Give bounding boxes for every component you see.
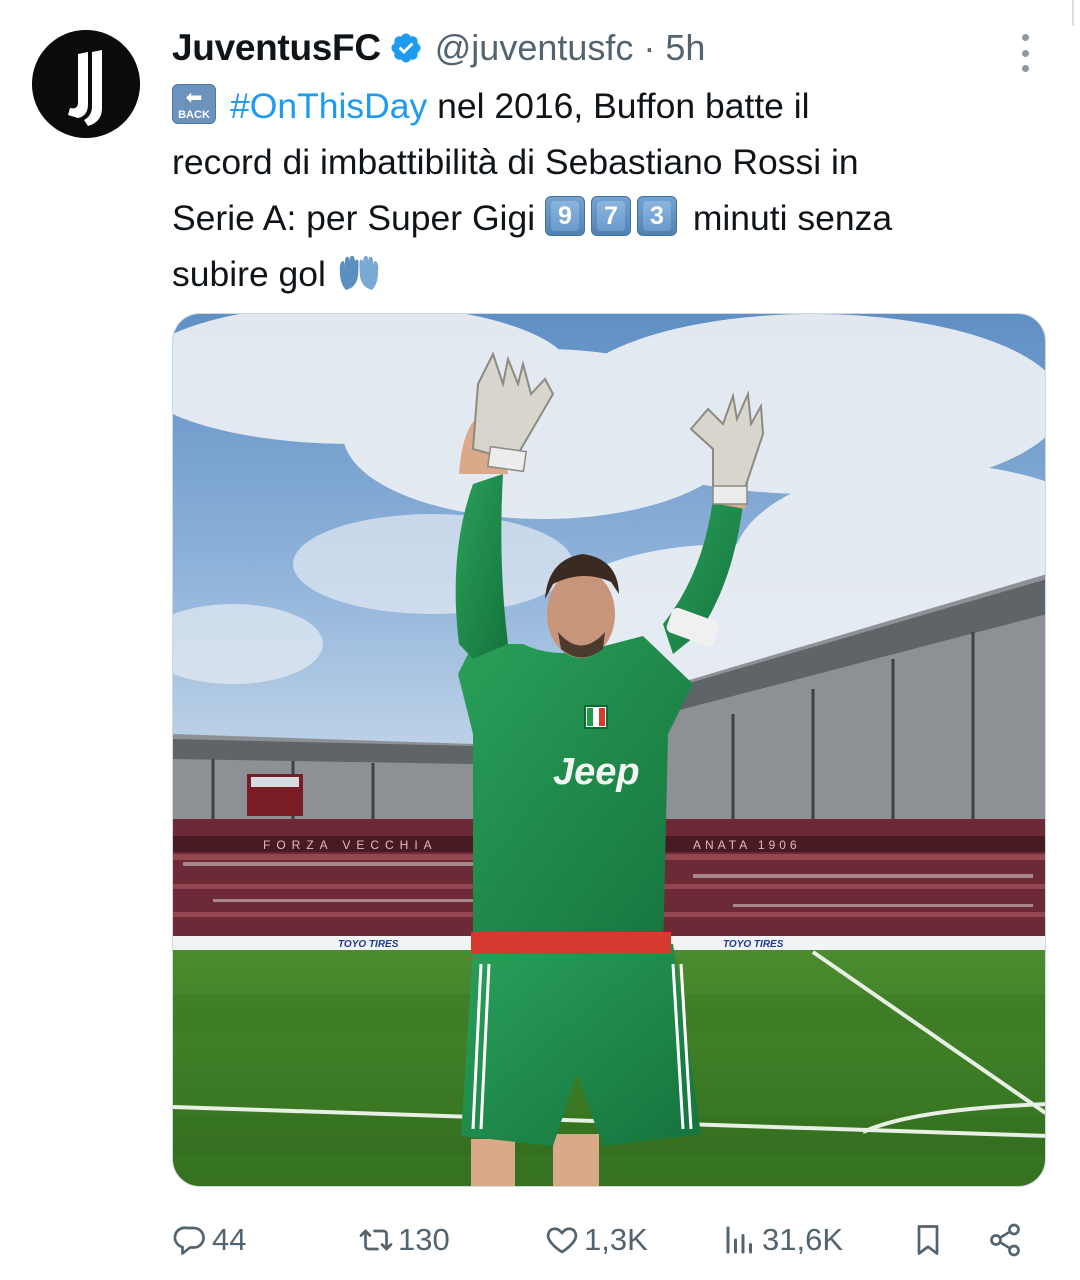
buffon-celebration-photo: FORZA VECCHIA ANATA 1906 TOYO TIRES TOYO… [173,314,1045,1186]
stadium-banner: ANATA 1906 [693,838,801,852]
more-options-icon[interactable] [1010,34,1040,72]
tweet-header: JuventusFC @juventusfc · 5h [172,24,705,72]
views-count: 31,6K [762,1222,844,1257]
reply-count: 44 [212,1222,247,1257]
shirt-sponsor: Jeep [553,751,640,793]
ad-board: TOYO TIRES [338,939,399,950]
keycap-9-emoji-icon: 9 [544,196,585,236]
share-button[interactable] [987,1214,1023,1266]
author-avatar[interactable] [32,30,140,138]
reply-icon [173,1226,205,1255]
keycap-7-emoji-icon: 7 [590,196,631,236]
juventus-logo [32,30,140,138]
heart-icon [546,1227,578,1254]
retweet-button[interactable]: 130 [358,1214,450,1266]
stadium-banner: FORZA VECCHIA [263,838,438,852]
retweet-count: 130 [398,1222,450,1257]
tweet-text: ⬅ BACK #OnThisDay nel 2016, Buffon batte … [172,78,1032,302]
tweet-text-segment: subire gol [172,254,326,294]
gloves-emoji-icon [336,254,382,294]
tweet-text-segment: nel 2016, Buffon batte il [437,86,810,126]
share-icon [990,1223,1020,1257]
tweet-text-segment: minuti senza [692,198,893,238]
ad-board: TOYO TIRES [723,939,784,950]
author-display-name[interactable]: JuventusFC [172,27,381,69]
hashtag-link[interactable]: #OnThisDay [230,86,427,126]
tweet-text-line-2: record di imbattibilità di Sebastiano Ro… [172,142,859,182]
tweet-text-segment: Serie A: per Super Gigi [172,198,536,238]
tweet-text-line-1: ⬅ BACK #OnThisDay nel 2016, Buffon batte … [172,78,1032,134]
tweet-text-line-3: Serie A: per Super Gigi 973 minuti senza [172,190,1032,246]
author-handle[interactable]: @juventusfc [435,27,634,69]
tweet-text-line-4: subire gol [172,246,1032,302]
tweet-action-bar: 44 130 1,3K 31,6K [172,1214,1046,1266]
reply-button[interactable]: 44 [172,1214,246,1266]
like-count: 1,3K [584,1222,648,1257]
separator-dot: · [643,27,656,68]
tweet-timestamp[interactable]: 5h [665,27,705,69]
like-button[interactable]: 1,3K [544,1214,648,1266]
tweet-photo[interactable]: FORZA VECCHIA ANATA 1906 TOYO TIRES TOYO… [172,313,1046,1187]
back-arrow-emoji-icon: ⬅ BACK [172,84,216,124]
bookmark-icon [917,1225,939,1255]
scroll-edge [1072,0,1074,26]
views-button[interactable]: 31,6K [722,1214,843,1266]
verified-badge-icon [389,31,423,65]
keycap-3-emoji-icon: 3 [636,196,677,236]
bookmark-button[interactable] [910,1214,946,1266]
retweet-icon [359,1229,393,1251]
views-icon [726,1226,752,1254]
